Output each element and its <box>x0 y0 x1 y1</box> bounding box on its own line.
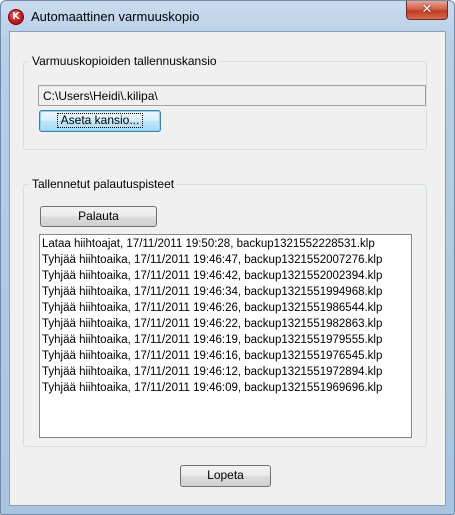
list-item[interactable]: Tyhjää hiihtoaika, 17/11/2011 19:46:42, … <box>42 268 409 284</box>
restore-points-group-label: Tallennetut palautuspisteet <box>30 177 177 191</box>
list-item[interactable]: Lataa hiihtoajat, 17/11/2011 19:50:28, b… <box>42 236 409 252</box>
list-item[interactable]: Tyhjää hiihtoaika, 17/11/2011 19:46:22, … <box>42 316 409 332</box>
list-item[interactable]: Tyhjää hiihtoaika, 17/11/2011 19:46:12, … <box>42 364 409 380</box>
set-folder-button-label: Aseta kansio... <box>56 113 144 128</box>
list-item[interactable]: Tyhjää hiihtoaika, 17/11/2011 19:46:09, … <box>42 380 409 396</box>
list-item[interactable]: Tyhjää hiihtoaika, 17/11/2011 19:46:34, … <box>42 284 409 300</box>
dialog-client-area: Varmuuskopioiden tallennuskansio C:\User… <box>9 31 446 506</box>
close-button[interactable]: ✕ <box>406 1 448 20</box>
app-logo-icon: K <box>8 9 24 25</box>
backup-folder-path-field: C:\Users\Heidi\.kilipa\ <box>38 85 426 106</box>
list-item[interactable]: Tyhjää hiihtoaika, 17/11/2011 19:46:47, … <box>42 252 409 268</box>
quit-button[interactable]: Lopeta <box>180 465 271 487</box>
set-folder-button[interactable]: Aseta kansio... <box>39 110 161 132</box>
restore-button[interactable]: Palauta <box>40 206 157 227</box>
restore-points-group: Tallennetut palautuspisteet Palauta Lata… <box>23 177 427 447</box>
list-item[interactable]: Tyhjää hiihtoaika, 17/11/2011 19:46:26, … <box>42 300 409 316</box>
list-item[interactable]: Tyhjää hiihtoaika, 17/11/2011 19:46:16, … <box>42 348 409 364</box>
list-item[interactable]: Tyhjää hiihtoaika, 17/11/2011 19:46:19, … <box>42 332 409 348</box>
title-bar[interactable]: K Automaattinen varmuuskopio ✕ <box>1 1 454 31</box>
restore-points-list[interactable]: Lataa hiihtoajat, 17/11/2011 19:50:28, b… <box>39 234 412 438</box>
backup-folder-group: Varmuuskopioiden tallennuskansio C:\User… <box>23 54 427 150</box>
backup-dialog-window: K Automaattinen varmuuskopio ✕ Varmuusko… <box>0 0 455 515</box>
window-title: Automaattinen varmuuskopio <box>31 9 200 24</box>
backup-folder-group-label: Varmuuskopioiden tallennuskansio <box>30 54 219 68</box>
